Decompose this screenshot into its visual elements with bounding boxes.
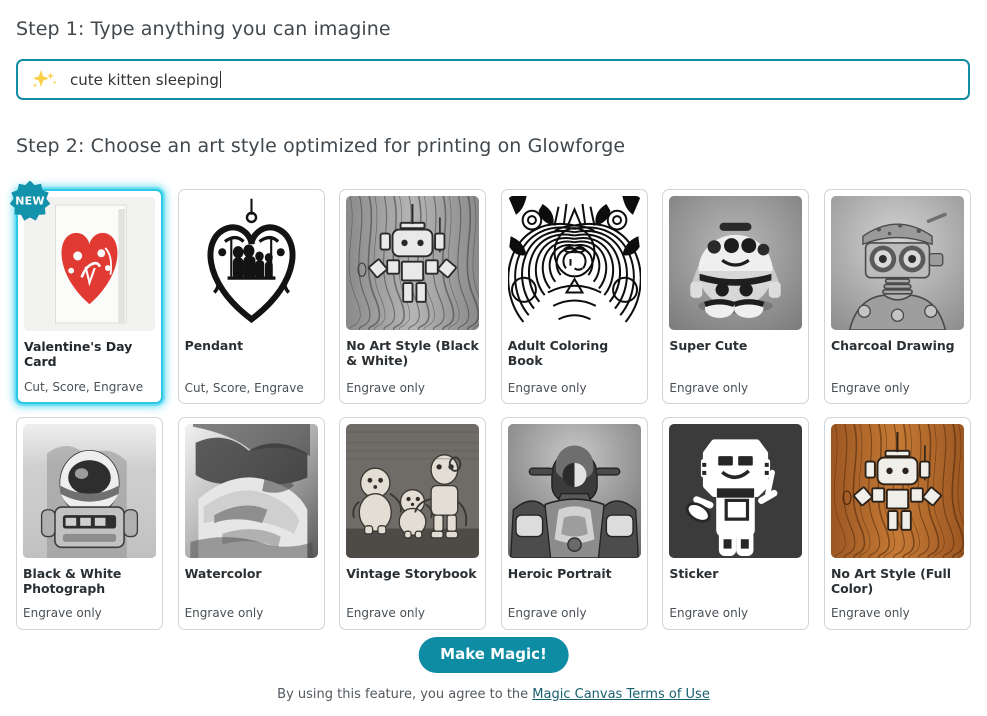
white-sticker-robot-thumbnail [669,423,803,558]
heroic-armored-robot-thumbnail [507,423,641,558]
art-style-card-adult-coloring-book[interactable]: Adult Coloring Book Engrave only [500,189,648,404]
art-style-title: Valentine's Day Card [24,339,133,369]
art-style-card-pendant[interactable]: Pendant Cut, Score, Engrave [177,189,325,404]
terms-notice: By using this feature, you agree to the … [277,687,710,702]
charcoal-robot-bust-thumbnail [830,196,964,330]
art-style-modes: Engrave only [830,606,910,621]
magic-canvas-panel: Step 1: Type anything you can imagine cu… [0,0,987,716]
art-style-title: No Art Style (Black & White) [346,338,479,368]
art-style-card-heroic-portrait[interactable]: Heroic Portrait Engrave only [500,416,648,630]
art-style-card-vintage-storybook[interactable]: Vintage Storybook Engrave only [339,416,487,630]
art-style-card-charcoal-drawing[interactable]: Charcoal Drawing Engrave only [823,189,971,404]
sparkle-icon [28,67,62,93]
make-magic-button[interactable]: Make Magic! [418,637,569,673]
art-style-grid: NEW Valentine's Day Card Cut, Score, Engra… [9,180,971,630]
art-style-modes: Cut, Score, Engrave [184,380,304,395]
art-style-modes: Engrave only [669,380,749,395]
text-caret [219,71,221,88]
valentines-heart-card-thumbnail [24,197,155,331]
heart-pendant-swing-thumbnail [184,196,318,330]
art-style-card-no-art-style-black-white[interactable]: No Art Style (Black & White) Engrave only [339,189,487,404]
art-style-modes: Engrave only [346,606,425,621]
art-style-modes: Engrave only [346,380,425,395]
art-style-title: Pendant [184,338,244,353]
art-style-modes: Engrave only [184,606,264,621]
round-white-robot-thumbnail [669,196,803,330]
art-style-title: Vintage Storybook [346,565,477,581]
art-style-modes: Engrave only [507,380,587,395]
art-style-title: Black & White Photograph [23,565,122,596]
magic-canvas-terms-link[interactable]: Magic Canvas Terms of Use [532,687,710,702]
three-storybook-robots-thumbnail [346,423,480,558]
art-style-title: Charcoal Drawing [830,338,955,353]
prompt-input-value[interactable]: cute kitten sleeping [70,71,219,89]
photo-robot-outdoors-thumbnail [23,423,156,558]
step2-heading: Step 2: Choose an art style optimized fo… [16,135,626,157]
art-style-card-sticker[interactable]: Sticker Engrave only [662,416,810,630]
lineart-goddess-thumbnail [507,196,641,330]
art-style-card-super-cute[interactable]: Super Cute Engrave only [662,189,810,404]
art-style-title: Sticker [669,565,719,581]
art-style-card-valentine-s-day-card[interactable]: NEW Valentine's Day Card Cut, Score, Engra… [9,180,163,404]
robot-on-orange-wood-thumbnail [830,423,964,558]
robot-on-grey-wood-thumbnail [346,196,480,330]
prompt-input-wrapper[interactable]: cute kitten sleeping [16,59,970,100]
watercolor-robot-head-thumbnail [184,423,318,558]
art-style-card-no-art-style-full-color[interactable]: No Art Style (Full Color) Engrave only [823,416,971,630]
art-style-title: No Art Style (Full Color) [830,565,951,596]
art-style-card-watercolor[interactable]: Watercolor Engrave only [177,416,325,630]
terms-prefix: By using this feature, you agree to the [277,687,533,702]
step1-heading: Step 1: Type anything you can imagine [16,18,391,40]
art-style-card-black-white-photograph[interactable]: Black & White Photograph Engrave only [16,416,163,630]
art-style-modes: Engrave only [830,380,910,395]
art-style-modes: Engrave only [507,606,587,621]
art-style-modes: Engrave only [23,606,102,621]
prompt-input-value-row: cute kitten sleeping [70,71,221,89]
art-style-title: Watercolor [184,565,262,581]
art-style-title: Heroic Portrait [507,565,612,581]
art-style-modes: Engrave only [669,606,749,621]
art-style-title: Adult Coloring Book [507,338,609,368]
art-style-modes: Cut, Score, Engrave [24,379,144,394]
art-style-title: Super Cute [669,338,748,353]
